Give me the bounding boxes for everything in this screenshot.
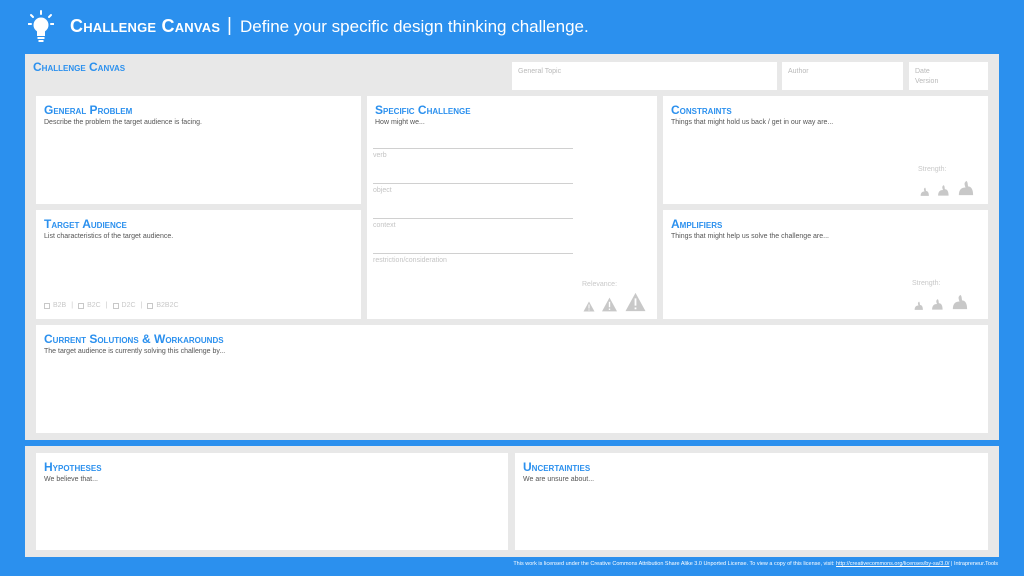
general-problem-card[interactable]: General Problem Describe the problem the… (36, 96, 361, 204)
option-d2c: D2C (121, 302, 136, 309)
general-topic-label: General Topic (518, 68, 562, 75)
app-subtitle: Define your specific design thinking cha… (240, 17, 589, 36)
app-title: Challenge Canvas (70, 16, 221, 36)
uncertainties-title: Uncertainties (523, 460, 591, 474)
specific-challenge-title: Specific Challenge (375, 103, 471, 117)
object-line (373, 183, 573, 184)
context-label: context (373, 222, 396, 229)
hypotheses-title: Hypotheses (44, 460, 102, 474)
board-title: Challenge Canvas (33, 60, 126, 74)
constraints-strength-rating (919, 178, 975, 197)
restriction-line (373, 253, 573, 254)
warning-icon-small[interactable] (583, 301, 595, 312)
muscle-icon-medium[interactable] (930, 297, 944, 311)
uncertainties-card[interactable]: Uncertainties We are unsure about... (515, 453, 988, 550)
constraints-desc: Things that might hold us back / get in … (671, 119, 834, 126)
option-b2b2c: B2B2C (156, 302, 179, 309)
license-footer: This work is licensed under the Creative… (513, 561, 998, 567)
specific-challenge-card[interactable]: Specific Challenge How might we... verb … (367, 96, 657, 319)
option-separator: | (105, 302, 108, 309)
amplifiers-desc: Things that might help us solve the chal… (671, 233, 829, 240)
license-text: This work is licensed under the Creative… (513, 561, 835, 567)
footer-separator: | (951, 561, 953, 567)
hypotheses-board: Hypotheses We believe that... Uncertaint… (25, 446, 999, 557)
version-label: Version (915, 78, 939, 85)
title-separator: | (227, 15, 232, 36)
muscle-icon-small[interactable] (913, 300, 924, 311)
muscle-icon-large[interactable] (956, 178, 975, 197)
uncertainties-desc: We are unsure about... (523, 476, 595, 483)
restriction-label: restriction/consideration (373, 257, 447, 264)
target-audience-card[interactable]: Target Audience List characteristics of … (36, 210, 361, 319)
checkbox-b2b[interactable] (44, 302, 50, 309)
object-label: object (373, 187, 392, 194)
checkbox-b2b2c[interactable] (147, 302, 154, 309)
date-version-field[interactable]: Date Version (909, 62, 988, 90)
constraints-strength-label: Strength: (918, 166, 947, 173)
option-separator: | (140, 302, 143, 309)
muscle-icon-small[interactable] (919, 186, 930, 197)
current-solutions-title: Current Solutions & Workarounds (44, 332, 224, 346)
hypotheses-desc: We believe that... (44, 476, 98, 483)
amplifiers-title: Amplifiers (671, 217, 723, 231)
option-b2c: B2C (87, 302, 101, 309)
context-line (373, 218, 573, 219)
muscle-icon-medium[interactable] (936, 183, 950, 197)
verb-line (373, 148, 573, 149)
constraints-card[interactable]: Constraints Things that might hold us ba… (663, 96, 988, 204)
amplifiers-strength-rating (913, 292, 969, 311)
hypotheses-card[interactable]: Hypotheses We believe that... (36, 453, 508, 550)
current-solutions-card[interactable]: Current Solutions & Workarounds The targ… (36, 325, 988, 433)
audience-options: B2B | B2C | D2C | B2B2C (44, 302, 179, 309)
current-solutions-desc: The target audience is currently solving… (44, 348, 226, 355)
license-link[interactable]: http://creativecommons.org/licenses/by-s… (836, 561, 949, 567)
general-problem-title: General Problem (44, 103, 133, 117)
warning-icon-large[interactable] (624, 292, 647, 312)
checkbox-d2c[interactable] (112, 302, 119, 309)
specific-challenge-desc: How might we... (375, 119, 425, 126)
muscle-icon-large[interactable] (950, 292, 969, 311)
date-label: Date (915, 68, 930, 75)
general-problem-desc: Describe the problem the target audience… (44, 119, 202, 126)
target-audience-desc: List characteristics of the target audie… (44, 233, 174, 240)
author-field[interactable]: Author (782, 62, 903, 90)
author-label: Author (788, 68, 809, 75)
constraints-title: Constraints (671, 103, 732, 117)
relevance-rating (583, 292, 647, 312)
relevance-label: Relevance: (582, 281, 618, 288)
amplifiers-card[interactable]: Amplifiers Things that might help us sol… (663, 210, 988, 319)
general-topic-field[interactable]: General Topic (512, 62, 777, 90)
canvas-board: Challenge Canvas General Topic Author Da… (25, 54, 999, 440)
amplifiers-strength-label: Strength: (912, 280, 941, 287)
lightbulb-icon (28, 10, 54, 42)
target-audience-title: Target Audience (44, 217, 127, 231)
checkbox-b2c[interactable] (78, 302, 85, 309)
warning-icon-medium[interactable] (601, 297, 618, 312)
brand-name: Intrapreneur.Tools (953, 561, 998, 567)
page-header: Challenge Canvas | Define your specific … (0, 0, 1024, 52)
option-separator: | (71, 302, 74, 309)
option-b2b: B2B (53, 302, 67, 309)
verb-label: verb (373, 152, 387, 159)
